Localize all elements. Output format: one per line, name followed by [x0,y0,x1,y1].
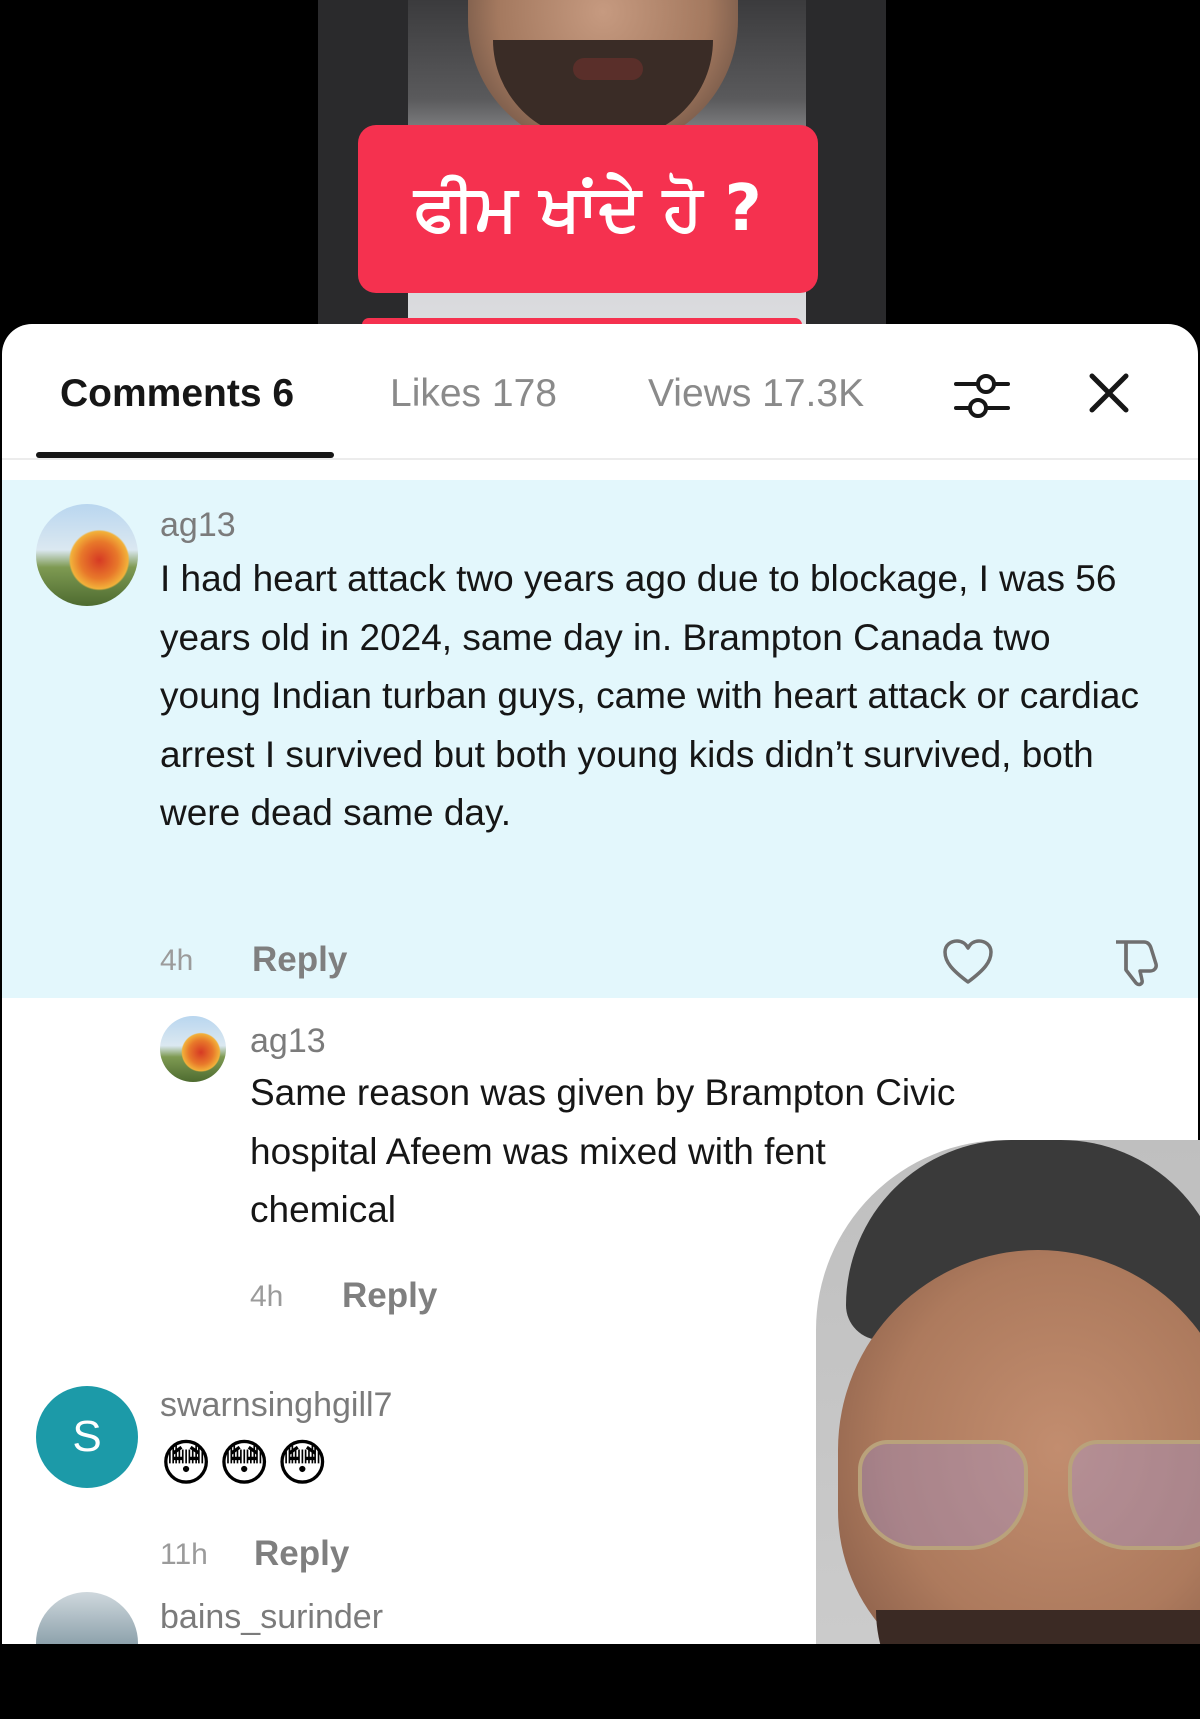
comment-time: 11h [160,1538,208,1571]
comment-time: 4h [250,1280,284,1313]
comment-time: 4h [160,944,194,977]
sliders-icon[interactable] [952,368,1012,424]
comment-text: I had heart attack two years ago due to … [160,558,1139,833]
avatar[interactable] [36,504,138,606]
presenter-glasses-right [1068,1440,1200,1550]
comment-text-end: chemical [250,1189,396,1230]
comment-username[interactable]: swarnsinghgill7 [160,1386,392,1425]
active-tab-indicator [36,452,334,458]
comment-username[interactable]: ag13 [160,506,236,545]
comment-username[interactable]: ag13 [250,1022,326,1061]
video-caption: ਫੀਮ ਖਾਂਦੇ ਹੋ ? [358,125,818,293]
avatar[interactable]: S [36,1386,138,1488]
reply-button[interactable]: Reply [342,1276,437,1316]
close-icon[interactable] [1084,368,1134,418]
video-chair-right [806,0,886,330]
bottom-bar [0,1644,1200,1719]
reply-button[interactable]: Reply [252,940,347,980]
video-presenter-mouth [573,58,643,80]
tab-bar: Comments 6 Likes 178 Views 17.3K [2,324,1198,460]
avatar[interactable] [160,1016,226,1082]
comment-item: ag13 I had heart attack two years ago du… [2,480,1198,998]
comment-text: 😳😳😳 [160,1435,335,1491]
avatar[interactable] [36,1592,138,1644]
presenter-overlay [816,1140,1200,1719]
comment-username[interactable]: bains_surinder [160,1598,383,1637]
presenter-glasses-left [858,1440,1028,1550]
reply-button[interactable]: Reply [254,1534,349,1574]
tab-views[interactable]: Views 17.3K [648,372,864,416]
heart-icon[interactable] [942,938,994,986]
tab-likes[interactable]: Likes 178 [390,372,557,416]
thumbs-down-icon[interactable] [1110,936,1162,988]
tab-comments[interactable]: Comments 6 [60,372,294,416]
